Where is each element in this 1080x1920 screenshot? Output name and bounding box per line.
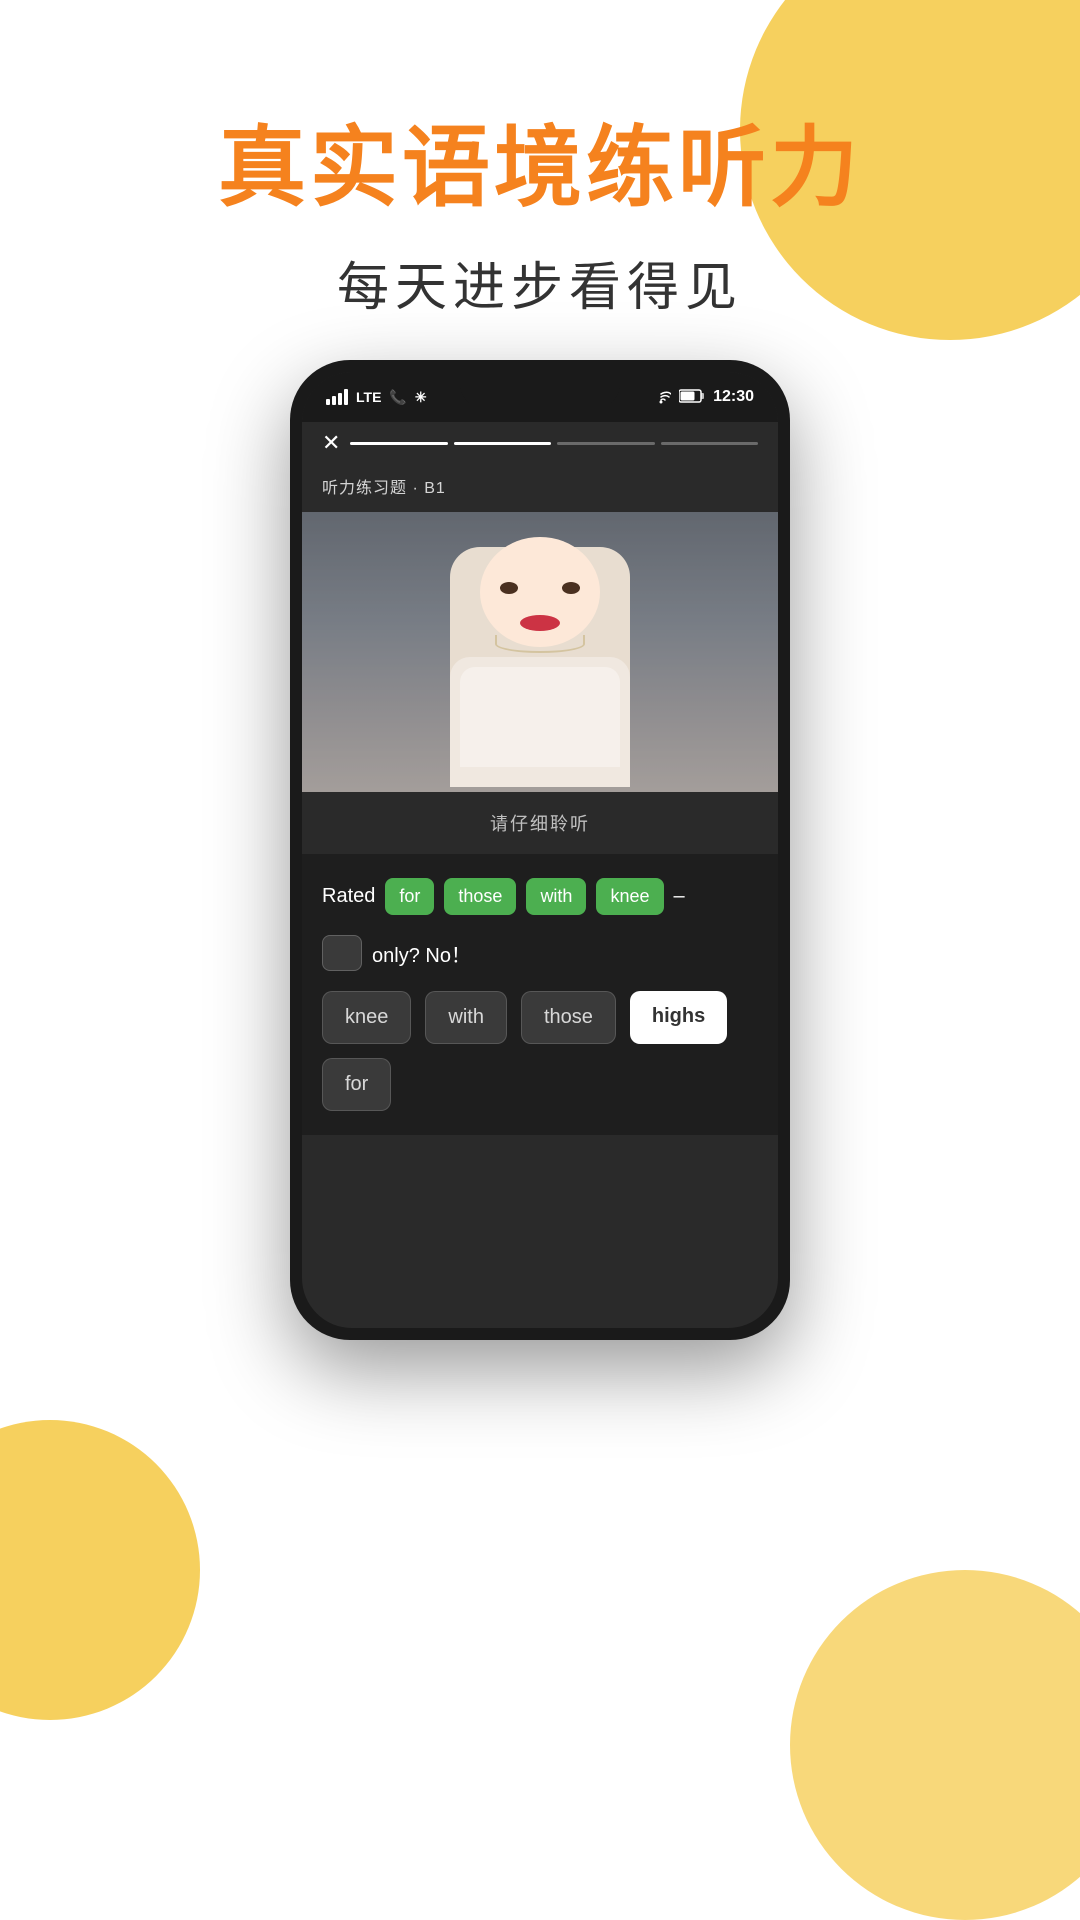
phone-mockup: LTE 📞 ✳	[290, 360, 790, 1340]
signal-bar-2	[332, 396, 336, 405]
option-with[interactable]: with	[425, 991, 507, 1044]
progress-seg-2	[454, 442, 551, 445]
lte-indicator: LTE	[356, 389, 381, 405]
character	[440, 517, 640, 787]
option-for[interactable]: for	[322, 1058, 391, 1111]
listen-text: 请仔细聆听	[302, 792, 778, 854]
word-chip-with[interactable]: with	[526, 878, 586, 915]
close-button[interactable]: ✕	[322, 430, 340, 456]
char-dress-detail	[460, 667, 620, 767]
call-icon: 📞	[389, 389, 406, 406]
rated-word: Rated	[322, 885, 375, 908]
wifi-icon	[651, 388, 671, 407]
decorative-circle-bottom-right	[790, 1570, 1080, 1920]
char-lips	[520, 615, 560, 631]
character-container	[302, 512, 778, 792]
header-section: 真实语境练听力 每天进步看得见	[0, 120, 1080, 320]
signal-bar-4	[344, 389, 348, 405]
status-bar-left: LTE 📞 ✳	[326, 389, 427, 406]
second-sentence-row: only? No！	[322, 935, 758, 971]
char-eye-right	[562, 582, 580, 594]
char-necklace	[495, 635, 585, 653]
word-chip-for[interactable]: for	[385, 878, 434, 915]
only-no-text: only? No！	[372, 939, 471, 968]
bluetooth-icon: ✳	[415, 389, 427, 406]
signal-bar-1	[326, 399, 330, 405]
blank-chip[interactable]	[322, 935, 362, 971]
exercise-label: 听力练习题 · B1	[302, 464, 778, 512]
char-eye-left	[500, 582, 518, 594]
progress-bars	[350, 442, 758, 445]
progress-seg-3	[557, 442, 654, 445]
main-title: 真实语境练听力	[0, 120, 1080, 217]
notch	[460, 372, 620, 408]
battery-icon	[679, 389, 705, 406]
word-panel: Rated for those with knee – only? No！ kn…	[302, 854, 778, 1135]
signal-bar-3	[338, 393, 342, 405]
status-bar: LTE 📞 ✳	[302, 372, 778, 422]
option-knee[interactable]: knee	[322, 991, 411, 1044]
signal-bars	[326, 389, 348, 405]
char-eyes	[500, 582, 580, 597]
progress-seg-1	[350, 442, 447, 445]
word-chip-those[interactable]: those	[444, 878, 516, 915]
options-row[interactable]: knee with those highs for	[322, 991, 758, 1111]
video-frame	[302, 512, 778, 792]
dash-symbol: –	[674, 885, 685, 908]
option-highs[interactable]: highs	[630, 991, 727, 1044]
sentence-row: Rated for those with knee –	[322, 878, 758, 915]
status-bar-right: 12:30	[651, 388, 754, 407]
status-time: 12:30	[713, 388, 754, 406]
phone-outer: LTE 📞 ✳	[290, 360, 790, 1340]
progress-seg-4	[661, 442, 758, 445]
word-chip-knee[interactable]: knee	[596, 878, 663, 915]
progress-area: ✕	[302, 422, 778, 464]
sub-title: 每天进步看得见	[0, 245, 1080, 320]
decorative-circle-bottom-left	[0, 1420, 200, 1720]
phone-screen: LTE 📞 ✳	[302, 372, 778, 1328]
option-those[interactable]: those	[521, 991, 616, 1044]
